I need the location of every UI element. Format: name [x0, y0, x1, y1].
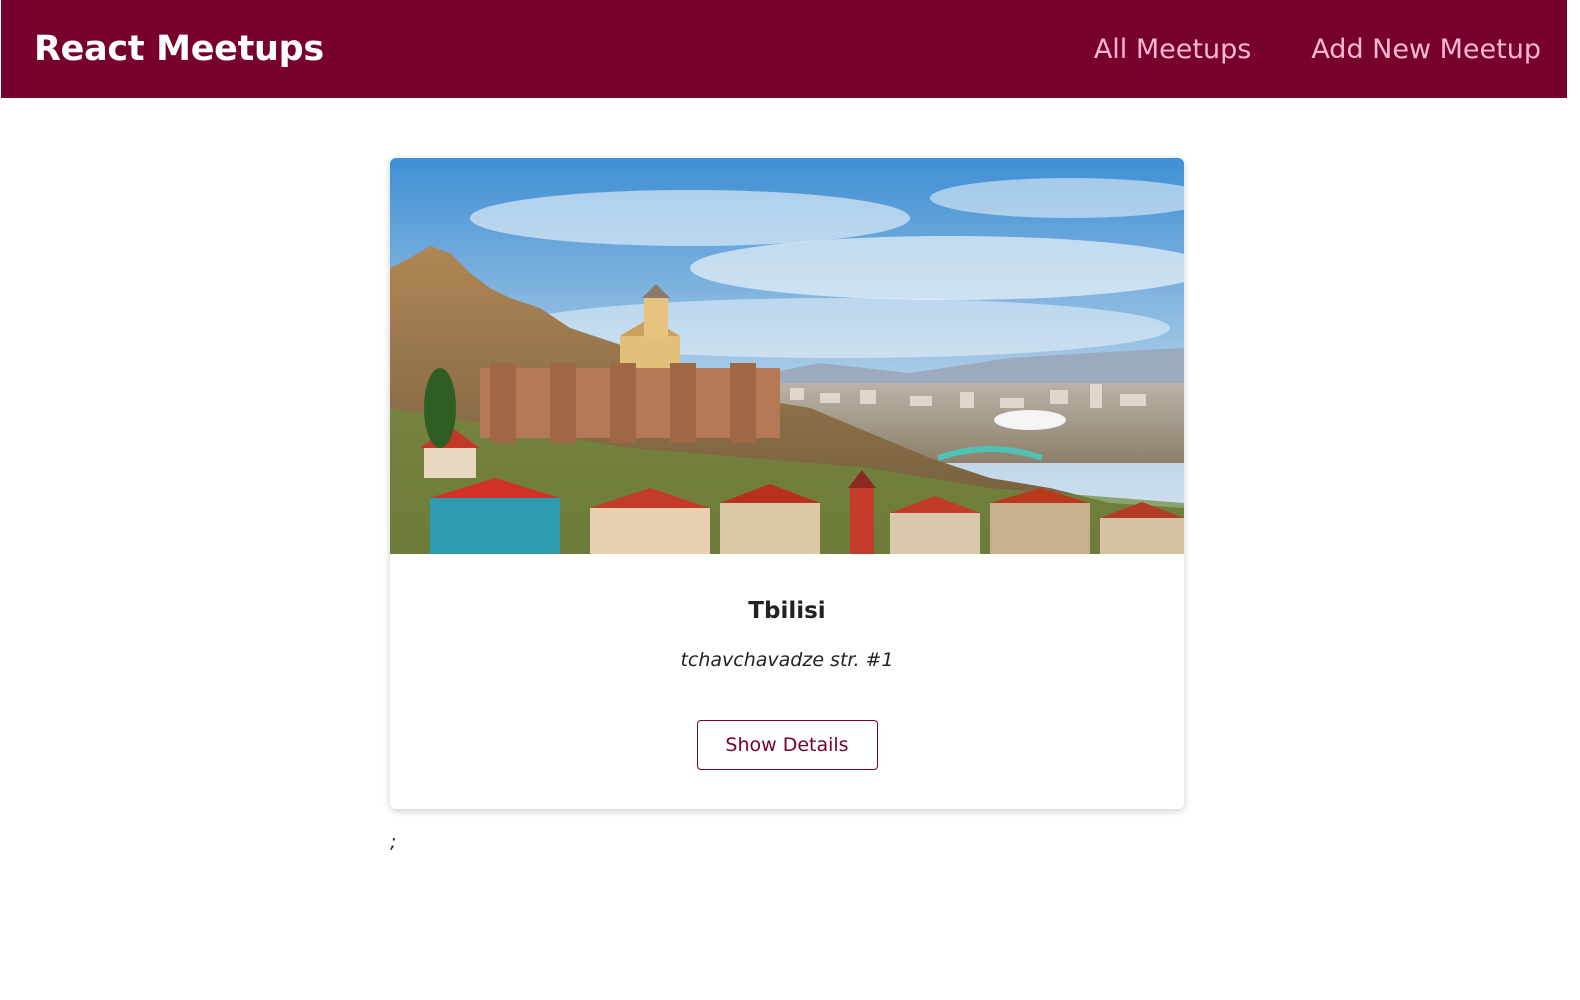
nav-links: All Meetups Add New Meetup [1094, 34, 1541, 65]
main-navigation: React Meetups All Meetups Add New Meetup [1, 0, 1567, 98]
nav-link-all-meetups[interactable]: All Meetups [1094, 34, 1251, 65]
stray-text: ; [390, 831, 397, 853]
meetup-actions: Show Details [390, 720, 1184, 770]
show-details-button[interactable]: Show Details [696, 720, 878, 770]
meetup-content: Tbilisi tchavchavadze str. #1 [390, 554, 1184, 671]
meetup-image [390, 158, 1184, 554]
meetup-address: tchavchavadze str. #1 [680, 649, 894, 671]
nav-link-add-new-meetup[interactable]: Add New Meetup [1311, 34, 1541, 65]
meetup-list: Tbilisi tchavchavadze str. #1 Show Detai… [390, 158, 1184, 853]
meetup-card: Tbilisi tchavchavadze str. #1 Show Detai… [390, 158, 1184, 809]
meetup-title: Tbilisi [748, 598, 826, 624]
logo: React Meetups [34, 29, 324, 69]
